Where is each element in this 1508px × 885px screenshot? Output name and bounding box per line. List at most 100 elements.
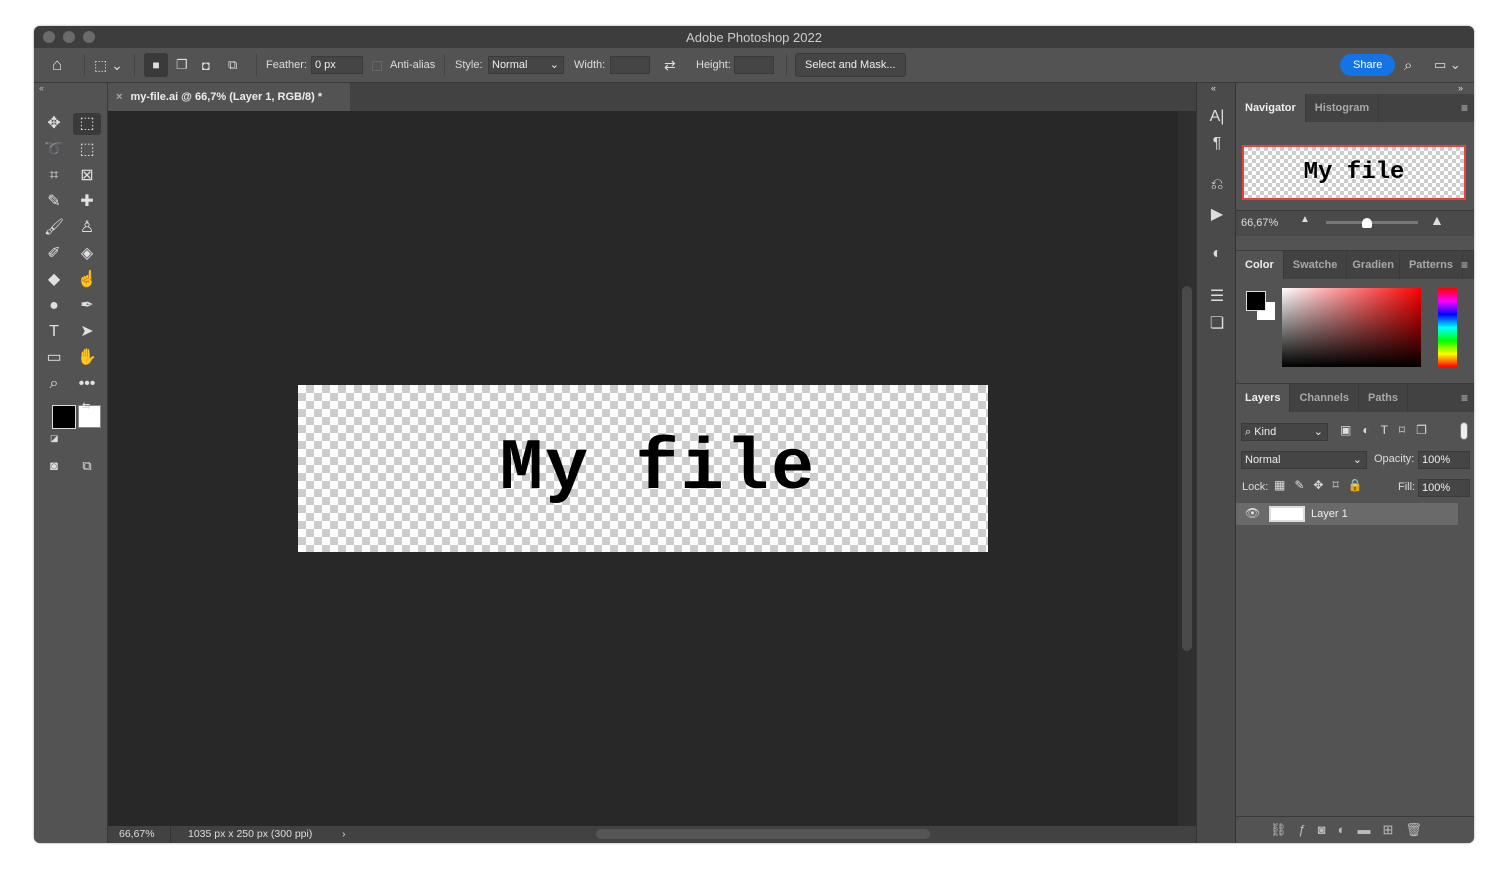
tab-histogram[interactable]: Histogram — [1306, 94, 1380, 122]
add-selection-icon[interactable]: ❐ — [176, 57, 188, 73]
navigator-preview[interactable]: My file — [1242, 145, 1466, 200]
workspace-icon[interactable]: ▭ ⌄ — [1434, 57, 1461, 73]
actions-panel-icon[interactable]: ▶ — [1205, 204, 1229, 224]
canvas-area[interactable]: My file — [108, 111, 1178, 826]
dodge-tool-icon[interactable]: ● — [40, 295, 68, 317]
hue-slider[interactable] — [1438, 288, 1457, 367]
tab-layers[interactable]: Layers — [1236, 384, 1291, 412]
status-menu-arrow[interactable]: › — [342, 826, 346, 843]
tab-paths[interactable]: Paths — [1359, 384, 1408, 412]
eraser-tool-icon[interactable]: ◈ — [73, 243, 101, 265]
color-foreground-swatch[interactable] — [1246, 291, 1266, 311]
screen-mode-icon[interactable]: ⧉ — [73, 455, 101, 477]
history-brush-tool-icon[interactable]: ✐ — [40, 243, 68, 265]
quick-mask-icon[interactable]: ◙ — [40, 455, 68, 477]
close-tab-icon[interactable]: × — [116, 91, 122, 103]
fill-input[interactable]: 100% — [1418, 479, 1470, 497]
marquee-preset-icon[interactable]: ⬚ ⌄ — [94, 57, 123, 74]
panel-menu-icon[interactable]: ≡ — [1461, 258, 1468, 272]
home-icon[interactable]: ⌂ — [52, 55, 62, 75]
smudge-tool-icon[interactable]: ☝ — [73, 269, 101, 291]
new-selection-icon[interactable]: ■ — [144, 53, 168, 77]
foreground-color-swatch[interactable] — [52, 405, 76, 429]
zoom-in-icon[interactable]: ▲ — [1430, 212, 1444, 228]
tab-navigator[interactable]: Navigator — [1236, 94, 1306, 122]
intersect-selection-icon[interactable]: ⧉ — [228, 57, 237, 73]
blend-mode-select[interactable]: Normal ⌄ — [1241, 451, 1367, 469]
zoom-window-button[interactable] — [83, 31, 95, 43]
hand-tool-icon[interactable]: ✋ — [73, 347, 101, 369]
object-select-tool-icon[interactable]: ⬚ — [73, 139, 101, 161]
color-field[interactable] — [1282, 288, 1421, 367]
document-tab[interactable]: × my-file.ai @ 66,7% (Layer 1, RGB/8) * — [108, 83, 350, 111]
select-and-mask-button[interactable]: Select and Mask... — [795, 53, 906, 77]
search-icon[interactable]: ⌕ — [1404, 57, 1412, 74]
collapse-strip-icon[interactable]: « — [1211, 83, 1216, 93]
lock-icons[interactable]: ▦✎✥⌑🔒 — [1274, 478, 1372, 492]
anti-alias-checkbox[interactable] — [372, 61, 382, 71]
navigator-zoom-slider[interactable] — [1326, 221, 1418, 224]
panel-menu-icon[interactable]: ≡ — [1461, 101, 1468, 115]
width-input[interactable] — [610, 56, 650, 74]
lasso-tool-icon[interactable]: ➰ — [40, 139, 68, 161]
rect-marquee-tool-icon[interactable]: ⬚ — [73, 113, 101, 135]
vertical-scroll-thumb[interactable] — [1182, 286, 1192, 651]
history-panel-icon[interactable]: ⎌ — [1205, 176, 1229, 194]
tab-patterns[interactable]: Patterns — [1400, 251, 1463, 279]
collapse-icon[interactable]: « — [39, 83, 44, 93]
layer-footer-icons[interactable]: ⛓ƒ◙◐▬⊞🗑 — [1270, 822, 1434, 838]
paragraph-panel-icon[interactable]: ¶ — [1205, 135, 1229, 153]
move-tool-icon[interactable]: ✥ — [40, 113, 68, 135]
eye-icon[interactable]: 👁 — [1245, 506, 1260, 520]
swap-colors-icon[interactable]: ⇆ — [82, 401, 90, 412]
healing-tool-icon[interactable]: ✚ — [73, 191, 101, 213]
crop-tool-icon[interactable]: ⌗ — [40, 165, 68, 187]
document-canvas[interactable]: My file — [298, 385, 988, 552]
more-tools-icon[interactable]: ••• — [73, 373, 101, 395]
zoom-out-icon[interactable]: ▲ — [1300, 214, 1310, 225]
expand-panels-icon[interactable]: » — [1458, 83, 1463, 93]
frame-tool-icon[interactable]: ⊠ — [73, 165, 101, 187]
default-colors-icon[interactable]: ◪ — [50, 433, 59, 444]
path-select-tool-icon[interactable]: ➤ — [73, 321, 101, 343]
style-select[interactable]: Normal ⌄ — [488, 56, 564, 74]
rectangle-tool-icon[interactable]: ▭ — [40, 347, 68, 369]
brush-tool-icon[interactable]: 🖌 — [40, 217, 68, 239]
zoom-slider-handle[interactable] — [1362, 218, 1372, 228]
tab-channels[interactable]: Channels — [1290, 384, 1359, 412]
minimize-window-button[interactable] — [63, 31, 75, 43]
libraries-panel-icon[interactable]: ❏ — [1205, 313, 1229, 333]
feather-input[interactable]: 0 px — [311, 56, 363, 74]
type-tool-icon[interactable]: T — [40, 321, 68, 343]
layer-filter-select[interactable]: ⌕ Kind ⌄ — [1241, 423, 1328, 441]
stamp-tool-icon[interactable]: ♙ — [73, 217, 101, 239]
share-button[interactable]: Share — [1340, 54, 1396, 76]
pen-tool-icon[interactable]: ✒ — [73, 295, 101, 317]
subtract-selection-icon[interactable]: ◘ — [202, 58, 210, 73]
opacity-label: Opacity: — [1374, 453, 1415, 465]
layer-name[interactable]: Layer 1 — [1311, 508, 1348, 520]
navigator-zoom[interactable]: 66,67% — [1241, 217, 1278, 229]
character-panel-icon[interactable]: A| — [1205, 108, 1229, 126]
tab-swatches[interactable]: Swatche — [1284, 251, 1348, 279]
opacity-input[interactable]: 100% — [1418, 451, 1470, 469]
swap-icon[interactable]: ⇄ — [664, 57, 676, 74]
panel-menu-icon[interactable]: ≡ — [1461, 391, 1468, 405]
window-title: Adobe Photoshop 2022 — [686, 30, 822, 45]
status-zoom[interactable]: 66,67% — [119, 826, 155, 843]
close-window-button[interactable] — [43, 31, 55, 43]
properties-panel-icon[interactable]: ☰ — [1205, 286, 1229, 306]
tab-color[interactable]: Color — [1236, 251, 1284, 279]
paint-bucket-tool-icon[interactable]: ◆ — [40, 269, 68, 291]
eyedropper-tool-icon[interactable]: ✎ — [40, 191, 68, 213]
tab-gradients[interactable]: Gradien — [1347, 251, 1400, 279]
horizontal-scroll-thumb[interactable] — [596, 829, 930, 839]
fill-label: Fill: — [1398, 481, 1416, 493]
zoom-tool-icon[interactable]: ⌕ — [40, 373, 68, 395]
layer-row[interactable]: 👁 Layer 1 — [1236, 503, 1458, 525]
height-input[interactable] — [734, 56, 774, 74]
layer-filter-icons[interactable]: ▣◐T⌑❐ — [1340, 423, 1438, 437]
vertical-scrollbar[interactable] — [1178, 111, 1196, 826]
filter-toggle[interactable] — [1460, 422, 1468, 440]
adjustments-panel-icon[interactable]: ◐ — [1205, 245, 1229, 263]
